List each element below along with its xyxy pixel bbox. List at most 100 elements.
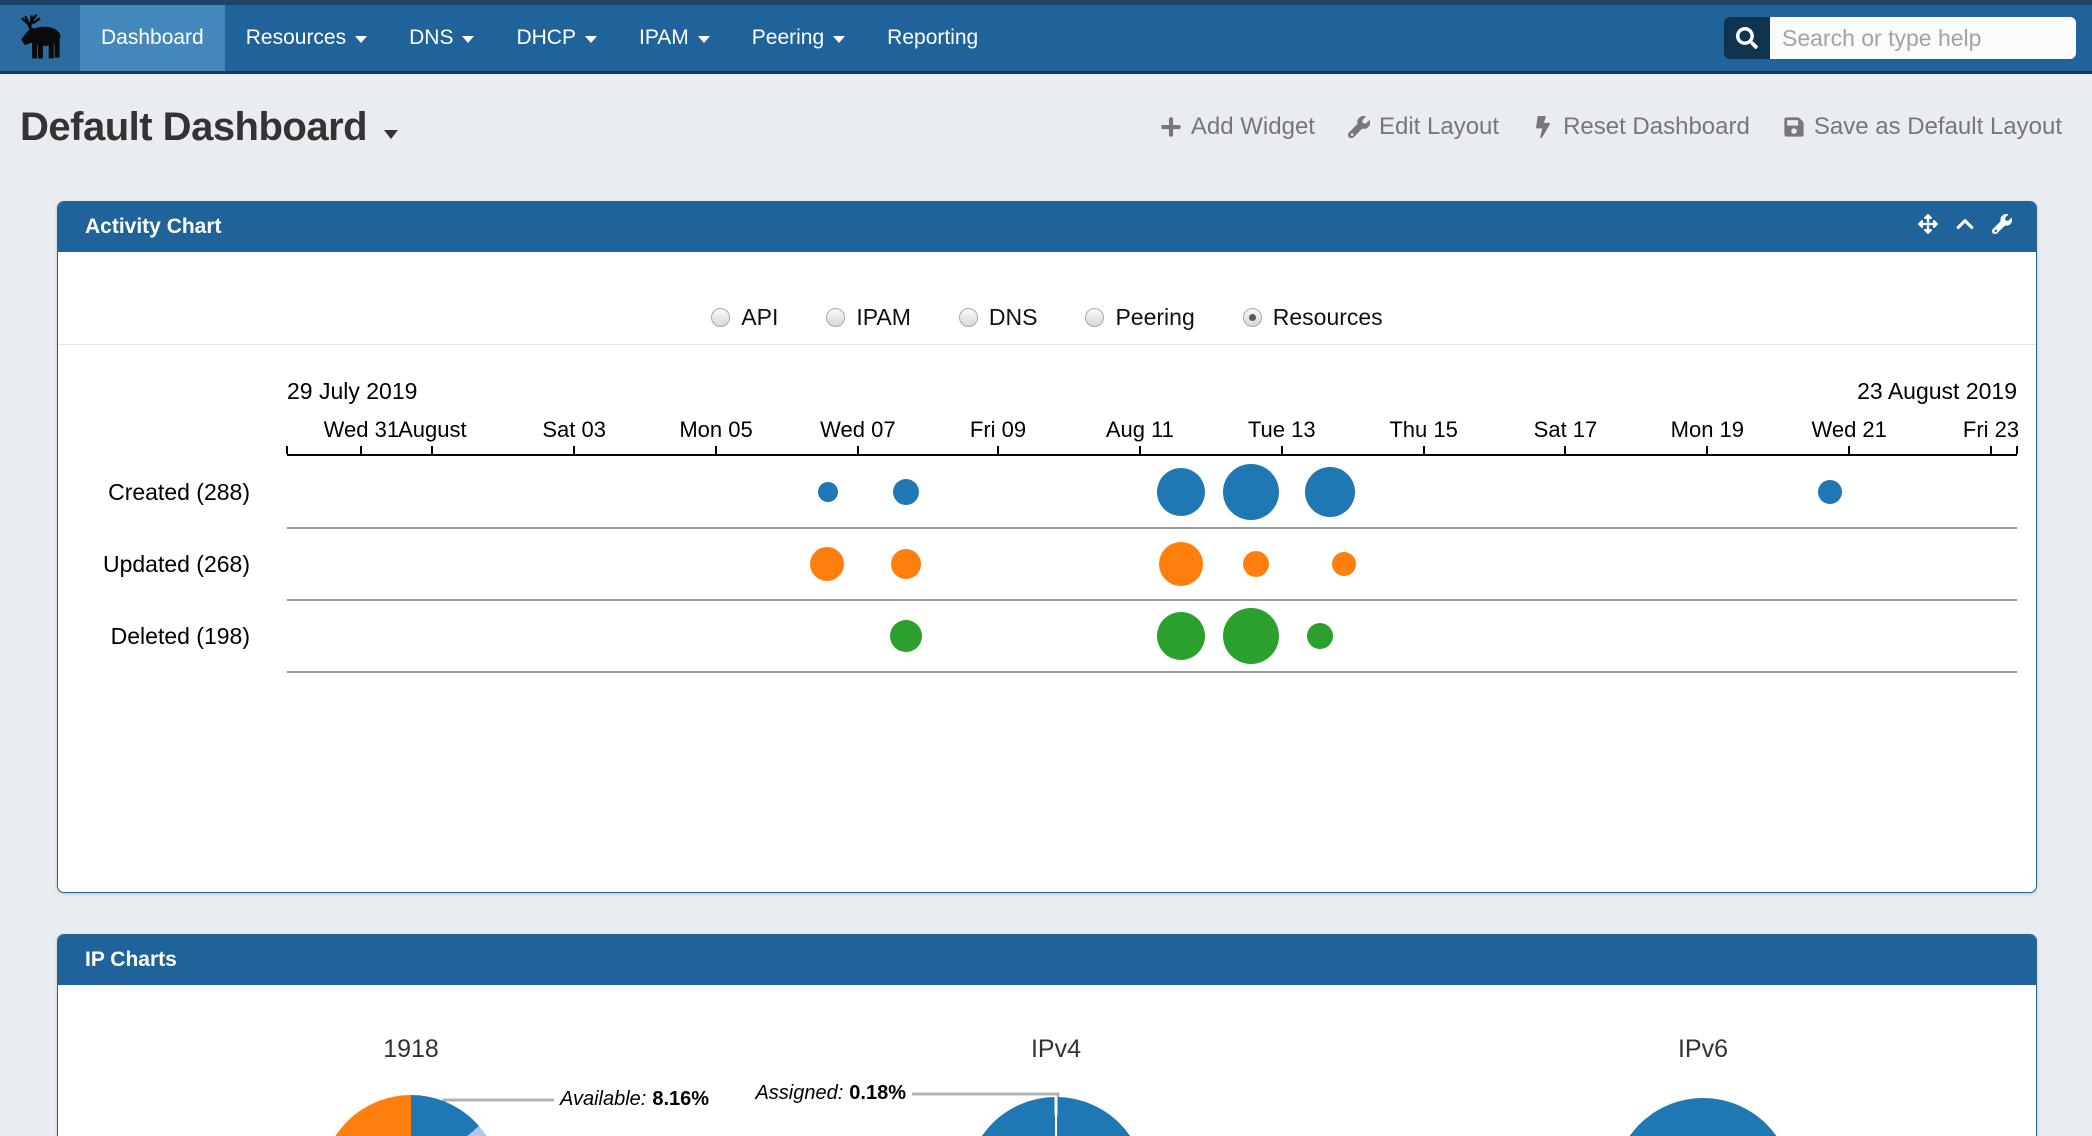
x-axis-tick	[857, 446, 859, 454]
toolbar-save-as-default-layout-button[interactable]: Save as Default Layout	[1783, 113, 2062, 141]
app-logo[interactable]	[0, 5, 80, 71]
activity-row-label: Created (288)	[66, 479, 250, 506]
x-axis-tick	[573, 446, 575, 454]
bolt-icon	[1532, 116, 1554, 138]
x-axis-tick-label: Tue 13	[1248, 417, 1316, 443]
x-axis-tick-label: Mon 05	[679, 417, 752, 443]
activity-row-divider	[287, 599, 2017, 601]
x-axis-tick	[1848, 446, 1850, 454]
search-box	[1724, 17, 2076, 59]
page-header: Default Dashboard Add Widget Edit Layout R…	[0, 74, 2092, 180]
toolbar-label: Edit Layout	[1379, 113, 1499, 141]
nav-item-label: Peering	[752, 26, 824, 50]
available-callout-label: Available:	[560, 1088, 646, 1110]
activity-bubble[interactable]	[893, 479, 919, 505]
activity-row-divider	[287, 527, 2017, 529]
x-axis-tick	[1423, 446, 1425, 454]
x-axis-tick-label: Wed 21	[1811, 417, 1886, 443]
nav-item-label: IPAM	[639, 26, 689, 50]
panel-chevron-up-button[interactable]	[1955, 214, 1975, 240]
pie-chart-ipv4[interactable]	[966, 1097, 1146, 1136]
activity-bubble[interactable]	[810, 547, 844, 581]
wrench-icon	[1992, 214, 2012, 234]
x-axis-tick-label: Thu 15	[1389, 417, 1458, 443]
nav-item-peering[interactable]: Peering	[731, 5, 866, 71]
panel-move-button[interactable]	[1918, 214, 1938, 240]
chevron-down-icon	[585, 36, 597, 43]
toolbar-reset-dashboard-button[interactable]: Reset Dashboard	[1532, 113, 1750, 141]
pie-chart-ipv6[interactable]	[1613, 1098, 1793, 1136]
dashboard-dropdown-caret-icon[interactable]	[384, 130, 398, 139]
nav-item-label: Reporting	[887, 26, 978, 50]
plus-icon	[1160, 116, 1182, 138]
activity-bubble[interactable]	[1157, 468, 1205, 516]
activity-bubble[interactable]	[1332, 552, 1356, 576]
activity-bubble[interactable]	[1157, 612, 1205, 660]
activity-bubble-chart: 29 July 2019 23 August 2019 Wed 31August…	[58, 252, 2036, 892]
x-axis-line	[287, 454, 2017, 456]
ip-panel-body: 1918 IPv4 IPv6 Available:8.16% Assigned:…	[58, 985, 2036, 1136]
x-axis-tick	[1139, 446, 1141, 454]
wrench-icon	[1348, 116, 1370, 138]
nav-item-resources[interactable]: Resources	[225, 5, 388, 71]
nav-item-dhcp[interactable]: DHCP	[495, 5, 618, 71]
move-icon	[1918, 214, 1938, 234]
activity-bubble[interactable]	[1223, 464, 1279, 520]
activity-bubble[interactable]	[1307, 623, 1333, 649]
x-axis-end-tick	[286, 446, 288, 454]
x-axis-tick-label: Fri 23	[1963, 417, 2019, 443]
x-axis-tick	[431, 446, 433, 454]
activity-panel-icons	[1918, 214, 2012, 240]
ip-charts-panel: IP Charts 1918 IPv4 IPv6 Available:8.16%…	[57, 934, 2037, 1136]
chevron-down-icon	[355, 36, 367, 43]
available-callout-value: 8.16%	[652, 1088, 709, 1110]
x-axis-tick	[1564, 446, 1566, 454]
activity-bubble[interactable]	[1818, 480, 1842, 504]
panel-wrench-button[interactable]	[1992, 214, 2012, 240]
nav-items: Dashboard Resources DNS DHCP IPAM Peering Repo…	[80, 5, 999, 71]
save-icon	[1783, 116, 1805, 138]
search-button[interactable]	[1724, 17, 1770, 59]
assigned-callout: Assigned:0.18%	[755, 1082, 906, 1105]
activity-panel-body: APIIPAMDNSPeeringResources 29 July 2019 …	[58, 252, 2036, 892]
activity-bubble[interactable]	[1159, 542, 1203, 586]
x-axis-tick-label: Sat 03	[542, 417, 606, 443]
activity-bubble[interactable]	[891, 549, 921, 579]
search-input[interactable]	[1770, 17, 2076, 59]
moose-icon	[11, 13, 69, 63]
pie-chart-1918[interactable]	[321, 1095, 501, 1136]
toolbar-edit-layout-button[interactable]: Edit Layout	[1348, 113, 1499, 141]
x-axis-tick	[360, 446, 362, 454]
x-axis-end-tick	[2016, 446, 2018, 454]
nav-item-dns[interactable]: DNS	[388, 5, 495, 71]
nav-item-label: Dashboard	[101, 26, 204, 50]
search-icon	[1736, 27, 1758, 49]
available-callout: Available: 8.16%	[560, 1088, 709, 1111]
activity-bubble[interactable]	[1223, 608, 1279, 664]
x-axis-tick	[715, 446, 717, 454]
x-axis-tick-label: Wed 31	[324, 417, 399, 443]
nav-item-reporting[interactable]: Reporting	[866, 5, 999, 71]
ip-panel-title: IP Charts	[85, 948, 177, 972]
main-nav: Dashboard Resources DNS DHCP IPAM Peering Repo…	[0, 5, 2092, 74]
activity-bubble[interactable]	[1243, 551, 1269, 577]
x-axis-tick-label: Fri 09	[970, 417, 1026, 443]
x-axis-tick-label: Sat 17	[1534, 417, 1598, 443]
nav-item-label: DNS	[409, 26, 453, 50]
activity-bubble[interactable]	[818, 482, 838, 502]
nav-item-dashboard[interactable]: Dashboard	[80, 5, 225, 71]
axis-end-date: 23 August 2019	[287, 378, 2017, 405]
activity-panel-header: Activity Chart	[58, 202, 2036, 252]
x-axis-tick-label: Wed 07	[820, 417, 895, 443]
x-axis-tick	[1990, 446, 1992, 454]
activity-row-divider	[287, 671, 2017, 673]
chevron-down-icon	[462, 36, 474, 43]
page-title: Default Dashboard	[20, 105, 367, 150]
toolbar-add-widget-button[interactable]: Add Widget	[1160, 113, 1315, 141]
x-axis-tick	[997, 446, 999, 454]
x-axis-tick	[1281, 446, 1283, 454]
activity-bubble[interactable]	[890, 620, 922, 652]
nav-item-ipam[interactable]: IPAM	[618, 5, 731, 71]
activity-chart-panel: Activity Chart APIIPAMDNSPeeringResource…	[57, 201, 2037, 893]
activity-bubble[interactable]	[1305, 467, 1355, 517]
